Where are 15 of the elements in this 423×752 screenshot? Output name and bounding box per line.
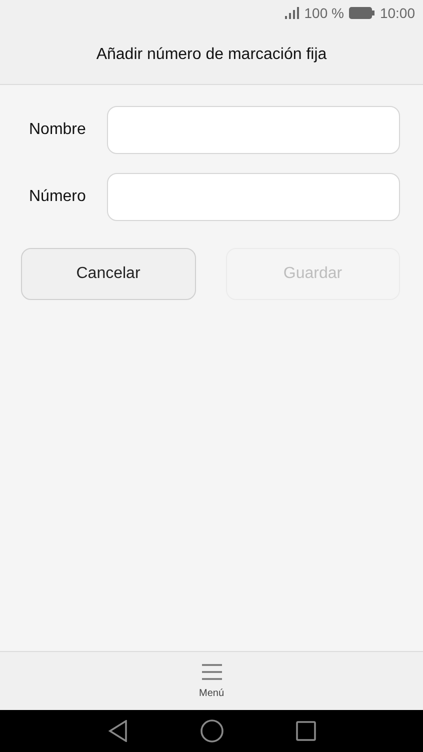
field-label: Nombre (28, 121, 87, 139)
battery-icon (348, 7, 375, 19)
clock: 10:00 (380, 5, 415, 21)
signal-icon (285, 7, 300, 19)
screen-title: Añadir número de marcación fija (96, 46, 327, 64)
back-icon[interactable] (108, 720, 128, 742)
field-label: Número (28, 188, 87, 206)
input-field[interactable] (107, 173, 400, 221)
home-icon[interactable] (200, 719, 224, 743)
input-field[interactable] (107, 106, 400, 154)
menu-label: Menú (198, 688, 224, 698)
action-button[interactable]: Cancelar (21, 248, 196, 300)
menu-icon[interactable] (200, 664, 222, 680)
battery-percent: 100 % (304, 5, 344, 21)
recents-icon[interactable] (296, 721, 316, 741)
